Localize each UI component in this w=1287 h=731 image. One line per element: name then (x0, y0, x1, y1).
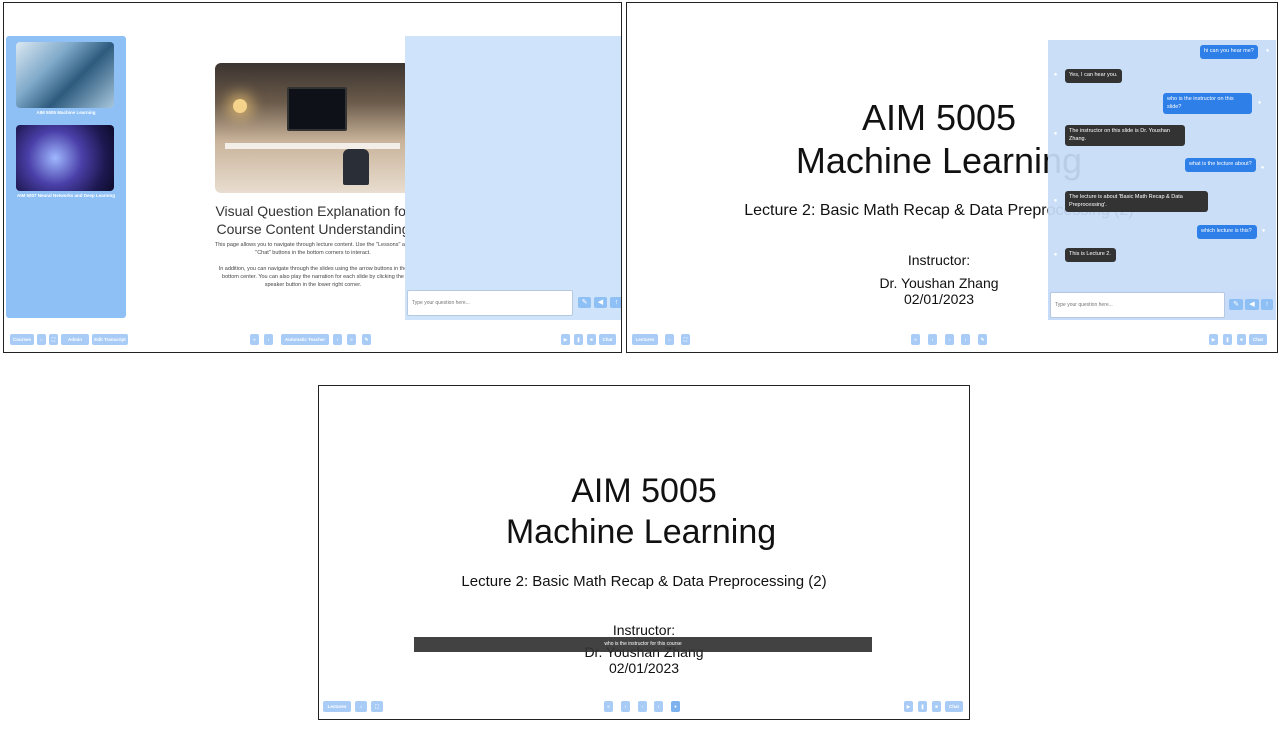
course-home-view: AIM 5005 Machine Learning AIM 5007 Neura… (3, 2, 622, 353)
fullscreen-icon[interactable]: ⛶ (681, 334, 690, 345)
course-thumbnail-nn[interactable] (16, 125, 114, 191)
slide-course-code: AIM 5005 (571, 472, 717, 510)
page-description: In addition, you can navigate through th… (218, 266, 408, 288)
microphone-icon[interactable]: ● (671, 701, 680, 712)
slide-indicator-icon[interactable]: ▫ (945, 334, 954, 345)
bottom-toolbar: Lectures ⌂ ⛶ « ‹ ▫ › ● ▶ ❚ ■ Chat (319, 693, 969, 719)
first-slide-icon[interactable]: « (604, 701, 613, 712)
prev-slide-icon[interactable]: ‹ (264, 334, 273, 345)
hero-image (215, 63, 410, 193)
lectures-button[interactable]: Lectures (323, 701, 351, 712)
fullscreen-icon[interactable]: ⛶ (371, 701, 383, 712)
chat-panel: hi can you hear me? ● ● Yes, I can hear … (1048, 40, 1276, 290)
user-avatar-icon: ● (1257, 100, 1262, 106)
bot-avatar-icon: ● (1053, 252, 1058, 258)
pause-icon[interactable]: ❚ (1223, 334, 1232, 345)
course-label[interactable]: AIM 5005 Machine Learning (10, 110, 122, 115)
voice-caption-bar: who is the instructor for this course (414, 637, 872, 652)
chat-input[interactable] (1050, 292, 1225, 318)
next-slide-icon[interactable]: › (961, 334, 970, 345)
slide-instructor-label: Instructor: (612, 622, 676, 638)
speaker-icon[interactable]: ◀ (1245, 299, 1259, 310)
chat-input-area: ✎ ◀ ↑ (1048, 290, 1276, 320)
slide-lecture-title: Lecture 2: Basic Math Recap & Data Prepr… (461, 573, 827, 590)
slide-course-name: Machine Learning (505, 513, 777, 551)
prev-slide-icon[interactable]: ‹ (928, 334, 937, 345)
last-slide-icon[interactable]: » (347, 334, 356, 345)
desk-shape (225, 143, 400, 149)
automatic-teacher-button[interactable]: Automatic Teacher (281, 334, 329, 345)
bot-message: The instructor on this slide is Dr. Yous… (1065, 125, 1185, 146)
user-avatar-icon: ● (1261, 228, 1266, 234)
pointer-icon[interactable]: ✎ (362, 334, 371, 345)
fullscreen-icon[interactable]: ⛶ (49, 334, 58, 345)
first-slide-icon[interactable]: « (911, 334, 920, 345)
chat-panel (405, 36, 621, 288)
pointer-icon[interactable]: ✎ (578, 297, 591, 308)
course-label[interactable]: AIM 5007 Neural Networks and Deep Learni… (10, 193, 122, 198)
bot-message: The lecture is about 'Basic Math Recap &… (1065, 191, 1208, 212)
stop-icon[interactable]: ■ (1237, 334, 1246, 345)
user-avatar-icon: ● (1260, 165, 1265, 171)
speaker-icon[interactable]: ◀ (594, 297, 607, 308)
page-title: Visual Question Explanation for Course C… (215, 203, 411, 237)
course-thumbnail-ml[interactable] (16, 42, 114, 108)
bot-message: This is Lecture 2. (1065, 248, 1116, 262)
first-slide-icon[interactable]: « (250, 334, 259, 345)
lamp-shape (233, 99, 247, 113)
bot-message: Yes, I can hear you. (1065, 69, 1122, 83)
chair-shape (343, 149, 369, 185)
bot-avatar-icon: ● (1053, 72, 1058, 78)
slide-indicator-icon[interactable]: ▫ (638, 701, 647, 712)
courses-button[interactable]: Courses (10, 334, 34, 345)
send-icon[interactable]: ↑ (1261, 299, 1273, 310)
bottom-toolbar: Courses ⌂ ⛶ Admin Edit Transcript « ‹ Au… (4, 326, 621, 352)
stop-icon[interactable]: ■ (932, 701, 941, 712)
user-message: what is the lecture about? (1185, 158, 1256, 172)
bot-avatar-icon: ● (1053, 198, 1058, 204)
pointer-icon[interactable]: ✎ (978, 334, 987, 345)
user-message: hi can you hear me? (1200, 45, 1258, 59)
send-icon[interactable]: ↑ (610, 297, 621, 308)
home-icon[interactable]: ⌂ (665, 334, 674, 345)
prev-slide-icon[interactable]: ‹ (621, 701, 630, 712)
monitor-shape (287, 87, 347, 131)
stop-icon[interactable]: ■ (587, 334, 596, 345)
play-icon[interactable]: ▶ (904, 701, 913, 712)
pointer-icon[interactable]: ✎ (1229, 299, 1243, 310)
admin-button[interactable]: Admin (61, 334, 89, 345)
chat-button[interactable]: Chat (1249, 334, 1267, 345)
edit-transcript-button[interactable]: Edit Transcript (92, 334, 128, 345)
slide-date: 02/01/2023 (608, 660, 680, 676)
next-slide-icon[interactable]: › (654, 701, 663, 712)
home-icon[interactable]: ⌂ (37, 334, 46, 345)
next-slide-icon[interactable]: › (333, 334, 342, 345)
chat-button[interactable]: Chat (945, 701, 963, 712)
bot-avatar-icon: ● (1053, 131, 1058, 137)
page-description: This page allows you to navigate through… (214, 242, 412, 256)
lectures-button[interactable]: Lectures (632, 334, 658, 345)
bottom-toolbar: Lectures ⌂ ⛶ « ‹ ▫ › ✎ ▶ ❚ ■ Chat (627, 326, 1277, 352)
home-icon[interactable]: ⌂ (355, 701, 367, 712)
play-icon[interactable]: ▶ (1209, 334, 1218, 345)
user-message: which lecture is this? (1197, 225, 1257, 239)
pause-icon[interactable]: ❚ (918, 701, 927, 712)
chat-input[interactable] (407, 290, 573, 316)
slide-with-chat-view: AIM 5005 Machine Learning Lecture 2: Bas… (626, 2, 1278, 353)
user-message: who is the instructor on this slide? (1163, 93, 1252, 114)
course-sidebar: AIM 5005 Machine Learning AIM 5007 Neura… (6, 36, 126, 318)
chat-input-area: ✎ ◀ ↑ (405, 288, 621, 320)
pause-icon[interactable]: ❚ (574, 334, 583, 345)
play-icon[interactable]: ▶ (561, 334, 570, 345)
user-avatar-icon: ● (1265, 48, 1270, 54)
slide-with-caption-view: AIM 5005 Machine Learning Lecture 2: Bas… (318, 385, 970, 720)
chat-button[interactable]: Chat (599, 334, 616, 345)
